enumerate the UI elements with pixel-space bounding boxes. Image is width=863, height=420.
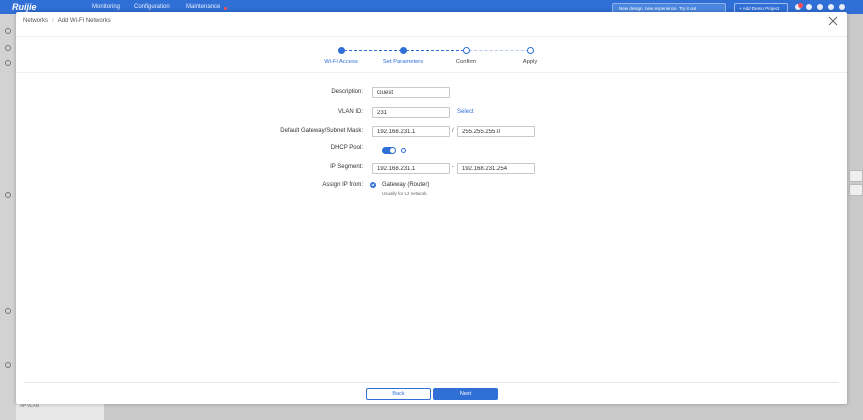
- nav-maintenance[interactable]: Maintenance: [186, 4, 220, 10]
- gateway-mask-separator: /: [452, 128, 454, 134]
- top-icon-group: [795, 4, 850, 12]
- language-icon[interactable]: [817, 4, 823, 10]
- footer-divider: [24, 382, 839, 383]
- gateway-input[interactable]: [372, 126, 450, 137]
- breadcrumb-add-wifi: Add Wi-Fi Networks: [57, 18, 111, 24]
- step-label-confirm: Confirm: [455, 59, 477, 65]
- security-icon[interactable]: [5, 308, 11, 314]
- step-dot-set-parameters: [400, 47, 407, 54]
- breadcrumb-networks[interactable]: Networks: [23, 18, 48, 24]
- gateway-router-hint: Usually for L2 network.: [382, 191, 428, 196]
- description-input[interactable]: [372, 87, 450, 98]
- maintenance-alert-dot: [224, 7, 227, 10]
- brand-logo: Ruijie: [12, 2, 37, 12]
- add-wifi-network-modal: Networks / Add Wi-Fi Networks Wi-Fi Access…: [16, 12, 847, 404]
- ip-segment-label: IP Segment:: [330, 164, 363, 170]
- next-button[interactable]: Next: [433, 388, 498, 400]
- user-avatar-icon[interactable]: [839, 4, 845, 10]
- feedback-icon[interactable]: [849, 170, 863, 182]
- nav-configuration[interactable]: Configuration: [134, 4, 170, 10]
- breadcrumb: Networks / Add Wi-Fi Networks: [23, 18, 111, 24]
- header-divider: [16, 36, 847, 37]
- support-headset-icon[interactable]: [849, 184, 863, 196]
- nav-monitoring[interactable]: Monitoring: [92, 4, 120, 10]
- ip-segment-end-input[interactable]: [457, 163, 535, 174]
- info-icon[interactable]: [401, 148, 406, 153]
- step-label-apply: Apply: [522, 59, 538, 65]
- step-dot-apply: [527, 47, 534, 54]
- user-icon[interactable]: [5, 28, 11, 34]
- assign-ip-label: Assign IP from:: [322, 182, 363, 188]
- close-icon[interactable]: [828, 16, 838, 26]
- vlan-id-label: VLAN ID:: [337, 109, 363, 115]
- stepper-divider: [16, 72, 847, 73]
- notification-badge: 4: [798, 3, 803, 8]
- step-dot-confirm: [463, 47, 470, 54]
- description-label: Description:: [331, 89, 363, 95]
- step-label-set-parameters: Set Parameters: [382, 59, 424, 65]
- step-dot-wifi-access: [338, 47, 345, 54]
- vlan-id-input[interactable]: [372, 107, 450, 118]
- gear-icon[interactable]: [5, 362, 11, 368]
- ip-segment-start-input[interactable]: [372, 163, 450, 174]
- gateway-label: Default Gateway/Subnet Mask:: [280, 128, 363, 134]
- step-label-wifi-access: Wi-Fi Access: [324, 59, 358, 65]
- globe-icon[interactable]: [5, 60, 11, 66]
- ip-segment-separator: -: [452, 164, 454, 170]
- help-icon[interactable]: [806, 4, 812, 10]
- left-sidebar: [0, 14, 16, 420]
- dhcp-pool-label: DHCP Pool:: [330, 145, 363, 151]
- subnet-mask-input[interactable]: [457, 126, 535, 137]
- wifi-icon[interactable]: [5, 192, 11, 198]
- step-connector-2: [406, 50, 464, 51]
- dhcp-pool-toggle[interactable]: [382, 147, 396, 154]
- gateway-router-radio[interactable]: [370, 182, 376, 188]
- breadcrumb-separator: /: [52, 18, 54, 24]
- vlan-select-link[interactable]: Select: [457, 109, 474, 115]
- step-connector-1: [344, 50, 402, 51]
- step-connector-3: [469, 50, 529, 51]
- topology-icon[interactable]: [5, 45, 11, 51]
- back-button[interactable]: Back: [366, 388, 431, 400]
- gateway-router-option[interactable]: Gateway (Router): [382, 182, 429, 188]
- toggle-knob: [390, 148, 395, 153]
- settings-icon[interactable]: [828, 4, 834, 10]
